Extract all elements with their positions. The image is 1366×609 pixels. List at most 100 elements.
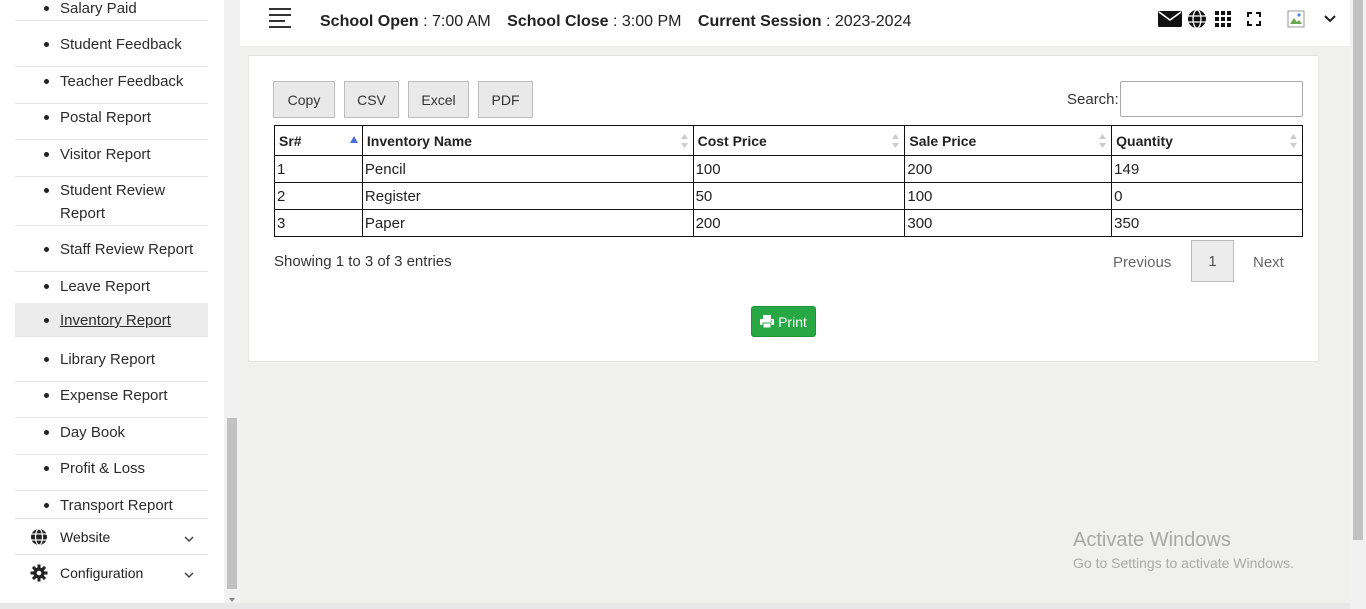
cell-cost-price: 200 xyxy=(692,209,906,237)
sidebar-item-transport-report[interactable]: Transport Report xyxy=(15,492,208,516)
bullet xyxy=(44,115,49,120)
sort-icon xyxy=(1099,134,1107,148)
fullscreen-icon[interactable] xyxy=(1246,8,1262,30)
pagination-previous[interactable]: Previous xyxy=(1113,254,1171,271)
chevron-down-icon xyxy=(184,530,194,546)
cell-inventory-name: Pencil xyxy=(361,155,694,183)
copy-button[interactable]: Copy xyxy=(273,81,335,118)
print-label: Print xyxy=(778,313,807,330)
excel-button[interactable]: Excel xyxy=(408,81,469,118)
column-header-quantity[interactable]: Quantity xyxy=(1111,125,1303,156)
sidebar-item-postal-report[interactable]: Postal Report xyxy=(15,104,208,140)
bullet xyxy=(44,152,49,157)
school-open-label: School Open xyxy=(320,13,419,30)
pagination-page-1[interactable]: 1 xyxy=(1191,240,1234,282)
bullet xyxy=(44,6,49,11)
mail-icon[interactable] xyxy=(1158,8,1182,30)
sort-icon xyxy=(892,134,900,148)
cell-cost-price: 50 xyxy=(692,182,906,210)
school-open-value: 7:00 AM xyxy=(432,13,491,30)
sidebar-item-library-report[interactable]: Library Report xyxy=(15,346,208,382)
avatar[interactable] xyxy=(1286,8,1306,30)
pdf-button[interactable]: PDF xyxy=(478,81,533,118)
cell-sale-price: 100 xyxy=(904,182,1113,210)
sidebar-item-inventory-report[interactable]: Inventory Report xyxy=(15,303,208,337)
column-header-cost-price[interactable]: Cost Price xyxy=(692,125,906,156)
gear-icon xyxy=(29,563,49,583)
globe-icon xyxy=(29,527,49,547)
sidebar-item-visitor-report[interactable]: Visitor Report xyxy=(15,141,208,177)
sidebar-menu-label: Website xyxy=(60,528,111,545)
sort-ascending-icon xyxy=(349,131,358,145)
sidebar-menu-label: Configuration xyxy=(60,564,144,581)
school-close-label: School Close xyxy=(507,13,609,30)
bullet xyxy=(44,466,49,471)
menu-icon[interactable] xyxy=(269,8,291,28)
school-close-value: 3:00 PM xyxy=(621,13,682,30)
table-row: 2 Register 50 100 0 xyxy=(274,182,1303,210)
column-header-sale-price[interactable]: Sale Price xyxy=(904,125,1113,156)
bullet xyxy=(44,79,49,84)
bullet xyxy=(44,188,49,193)
session-value: 2023-2024 xyxy=(834,13,912,30)
bullet xyxy=(44,42,49,47)
table-row: 3 Paper 200 300 350 xyxy=(274,209,1303,237)
sidebar-item-teacher-feedback[interactable]: Teacher Feedback xyxy=(15,68,208,104)
sidebar-item-profit-loss[interactable]: Profit & Loss xyxy=(15,455,208,491)
scroll-down-arrow-icon[interactable] xyxy=(227,592,237,602)
activation-watermark-subtitle: Go to Settings to activate Windows. xyxy=(1073,555,1294,571)
pagination-next[interactable]: Next xyxy=(1253,254,1284,271)
sidebar-item-student-review-report[interactable]: Student Review Report xyxy=(15,177,208,226)
sidebar: Salary Paid Student Feedback Teacher Fee… xyxy=(0,0,224,609)
globe-icon[interactable] xyxy=(1187,8,1207,30)
sidebar-item-staff-review-report[interactable]: Staff Review Report xyxy=(15,236,208,272)
activation-watermark-title: Activate Windows xyxy=(1073,529,1231,551)
top-header: School Open : 7:00 AM School Close : 3:0… xyxy=(240,0,1350,46)
search-input[interactable] xyxy=(1120,81,1303,117)
cell-sr: 3 xyxy=(274,209,363,237)
apps-grid-icon[interactable] xyxy=(1214,8,1232,30)
sidebar-scrollbar-thumb[interactable] xyxy=(227,418,237,589)
sort-icon xyxy=(680,134,688,148)
bullet xyxy=(44,318,49,323)
cell-sr: 2 xyxy=(274,182,363,210)
table-header-row: Sr# Inventory Name Cost Price Sale Price… xyxy=(274,125,1303,156)
cell-inventory-name: Paper xyxy=(361,209,694,237)
cell-quantity: 149 xyxy=(1111,155,1303,183)
cell-sale-price: 300 xyxy=(904,209,1113,237)
sidebar-menu-website[interactable]: Website xyxy=(15,518,208,554)
bullet xyxy=(44,247,49,252)
cell-quantity: 0 xyxy=(1111,182,1303,210)
sort-icon xyxy=(1290,134,1297,148)
sidebar-item-student-feedback[interactable]: Student Feedback xyxy=(15,31,208,67)
sidebar-item-expense-report[interactable]: Expense Report xyxy=(15,382,208,418)
main-scrollbar-thumb[interactable] xyxy=(1353,0,1363,540)
bullet xyxy=(44,503,49,508)
cell-quantity: 350 xyxy=(1111,209,1303,237)
cell-inventory-name: Register xyxy=(361,182,694,210)
sidebar-item-day-book[interactable]: Day Book xyxy=(15,419,208,455)
print-button[interactable]: Print xyxy=(751,306,816,337)
cell-sale-price: 200 xyxy=(904,155,1113,183)
inventory-table: Sr# Inventory Name Cost Price Sale Price… xyxy=(274,125,1303,237)
table-row: 1 Pencil 100 200 149 xyxy=(274,155,1303,183)
sidebar-item-salary-paid[interactable]: Salary Paid xyxy=(15,0,208,21)
print-icon xyxy=(760,315,775,328)
bullet xyxy=(44,357,49,362)
search-label: Search: xyxy=(1067,91,1119,108)
session-label: Current Session xyxy=(697,13,822,30)
table-info: Showing 1 to 3 of 3 entries xyxy=(274,253,452,270)
bullet xyxy=(44,284,49,289)
column-header-sr[interactable]: Sr# xyxy=(274,125,363,156)
chevron-down-icon[interactable] xyxy=(1323,8,1337,30)
sidebar-menu-configuration[interactable]: Configuration xyxy=(15,554,208,590)
inventory-report-card: Copy CSV Excel PDF Search: Sr# Inventory… xyxy=(248,55,1319,362)
bullet xyxy=(44,393,49,398)
cell-cost-price: 100 xyxy=(692,155,906,183)
cell-sr: 1 xyxy=(274,155,363,183)
column-header-inventory-name[interactable]: Inventory Name xyxy=(361,125,694,156)
bottom-scrollbar[interactable] xyxy=(0,603,1350,609)
school-timing-info: School Open : 7:00 AM School Close : 3:0… xyxy=(320,13,912,30)
csv-button[interactable]: CSV xyxy=(344,81,399,118)
chevron-down-icon xyxy=(184,566,194,582)
